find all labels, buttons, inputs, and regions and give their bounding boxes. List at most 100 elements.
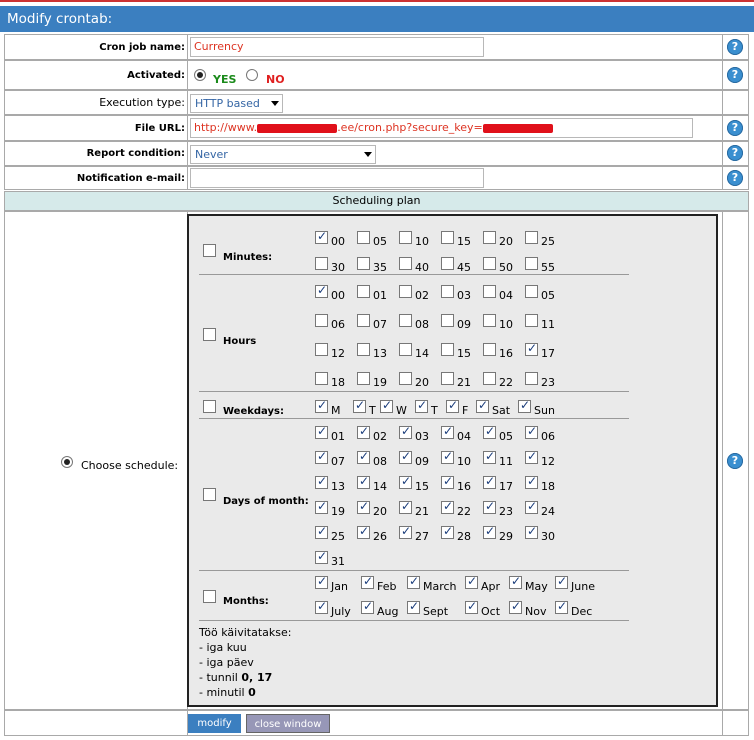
day-checkbox[interactable]	[483, 524, 496, 539]
weekday-checkbox[interactable]	[353, 398, 366, 413]
month-checkbox[interactable]	[465, 574, 478, 589]
hour-checkbox[interactable]	[441, 314, 454, 327]
help-icon[interactable]: ?	[727, 453, 743, 469]
choose-schedule-radio[interactable]	[61, 456, 73, 468]
day-checkbox[interactable]	[315, 474, 328, 489]
minute-checkbox[interactable]	[315, 229, 328, 244]
day-checkbox[interactable]	[441, 524, 454, 539]
hour-checkbox[interactable]	[357, 285, 370, 298]
activated-yes-radio[interactable]	[194, 69, 206, 81]
day-checkbox[interactable]	[315, 549, 328, 564]
minutes-section-checkbox[interactable]	[203, 244, 216, 257]
hour-checkbox[interactable]	[399, 285, 412, 298]
help-icon[interactable]: ?	[727, 39, 743, 55]
hour-checkbox[interactable]	[525, 372, 538, 385]
day-checkbox[interactable]	[399, 499, 412, 514]
day-checkbox[interactable]	[399, 524, 412, 539]
day-checkbox[interactable]	[483, 449, 496, 464]
hour-checkbox[interactable]	[441, 343, 454, 356]
hour-checkbox[interactable]	[525, 285, 538, 298]
day-checkbox[interactable]	[357, 499, 370, 514]
hour-checkbox[interactable]	[441, 285, 454, 298]
minute-checkbox[interactable]	[483, 257, 496, 270]
day-checkbox[interactable]	[399, 449, 412, 464]
day-checkbox[interactable]	[357, 424, 370, 439]
close-window-button[interactable]: close window	[246, 714, 330, 733]
report-condition-select[interactable]: Never	[190, 145, 376, 164]
weekday-checkbox[interactable]	[446, 398, 459, 413]
hour-checkbox[interactable]	[483, 372, 496, 385]
minute-checkbox[interactable]	[525, 257, 538, 270]
hour-checkbox[interactable]	[315, 372, 328, 385]
day-checkbox[interactable]	[315, 499, 328, 514]
activated-no-radio[interactable]	[246, 69, 258, 81]
file-url-input[interactable]: http://www. .ee/cron.php?secure_key=	[190, 118, 693, 138]
hour-checkbox[interactable]	[357, 372, 370, 385]
minute-checkbox[interactable]	[525, 231, 538, 244]
hour-checkbox[interactable]	[525, 314, 538, 327]
notification-email-input[interactable]	[190, 168, 484, 188]
month-checkbox[interactable]	[361, 599, 374, 614]
weekday-checkbox[interactable]	[315, 398, 328, 413]
month-checkbox[interactable]	[315, 574, 328, 589]
weekday-checkbox[interactable]	[476, 398, 489, 413]
weekdays-section-checkbox[interactable]	[203, 400, 216, 413]
day-checkbox[interactable]	[525, 499, 538, 514]
day-checkbox[interactable]	[315, 524, 328, 539]
hour-checkbox[interactable]	[315, 343, 328, 356]
day-checkbox[interactable]	[441, 474, 454, 489]
execution-type-select[interactable]: HTTP based	[190, 94, 283, 113]
day-checkbox[interactable]	[441, 449, 454, 464]
help-icon[interactable]: ?	[727, 145, 743, 161]
hour-checkbox[interactable]	[315, 314, 328, 327]
help-icon[interactable]: ?	[727, 67, 743, 83]
day-checkbox[interactable]	[315, 449, 328, 464]
month-checkbox[interactable]	[555, 574, 568, 589]
cron-job-name-input[interactable]: Currency	[190, 37, 484, 57]
hour-checkbox[interactable]	[315, 283, 328, 298]
day-checkbox[interactable]	[357, 449, 370, 464]
minute-checkbox[interactable]	[441, 231, 454, 244]
minute-checkbox[interactable]	[483, 231, 496, 244]
day-checkbox[interactable]	[525, 424, 538, 439]
day-checkbox[interactable]	[441, 424, 454, 439]
weekday-checkbox[interactable]	[415, 398, 428, 413]
help-icon[interactable]: ?	[727, 170, 743, 186]
hour-checkbox[interactable]	[399, 343, 412, 356]
month-checkbox[interactable]	[407, 599, 420, 614]
month-checkbox[interactable]	[555, 599, 568, 614]
hour-checkbox[interactable]	[483, 314, 496, 327]
day-checkbox[interactable]	[399, 424, 412, 439]
hour-checkbox[interactable]	[525, 341, 538, 356]
day-checkbox[interactable]	[357, 524, 370, 539]
hour-checkbox[interactable]	[399, 314, 412, 327]
hour-checkbox[interactable]	[357, 343, 370, 356]
help-icon[interactable]: ?	[727, 120, 743, 136]
minute-checkbox[interactable]	[399, 231, 412, 244]
day-checkbox[interactable]	[357, 474, 370, 489]
minute-checkbox[interactable]	[441, 257, 454, 270]
minute-checkbox[interactable]	[357, 257, 370, 270]
minute-checkbox[interactable]	[357, 231, 370, 244]
hours-section-checkbox[interactable]	[203, 328, 216, 341]
hour-checkbox[interactable]	[483, 285, 496, 298]
day-checkbox[interactable]	[399, 474, 412, 489]
weekday-checkbox[interactable]	[380, 398, 393, 413]
day-checkbox[interactable]	[483, 499, 496, 514]
modify-button[interactable]: modify	[188, 714, 241, 733]
minute-checkbox[interactable]	[315, 257, 328, 270]
hour-checkbox[interactable]	[441, 372, 454, 385]
day-checkbox[interactable]	[315, 424, 328, 439]
day-checkbox[interactable]	[441, 499, 454, 514]
hour-checkbox[interactable]	[357, 314, 370, 327]
weekday-checkbox[interactable]	[518, 398, 531, 413]
months-section-checkbox[interactable]	[203, 590, 216, 603]
month-checkbox[interactable]	[509, 574, 522, 589]
day-checkbox[interactable]	[525, 474, 538, 489]
hour-checkbox[interactable]	[399, 372, 412, 385]
month-checkbox[interactable]	[465, 599, 478, 614]
hour-checkbox[interactable]	[483, 343, 496, 356]
day-checkbox[interactable]	[483, 424, 496, 439]
month-checkbox[interactable]	[315, 599, 328, 614]
minute-checkbox[interactable]	[399, 257, 412, 270]
